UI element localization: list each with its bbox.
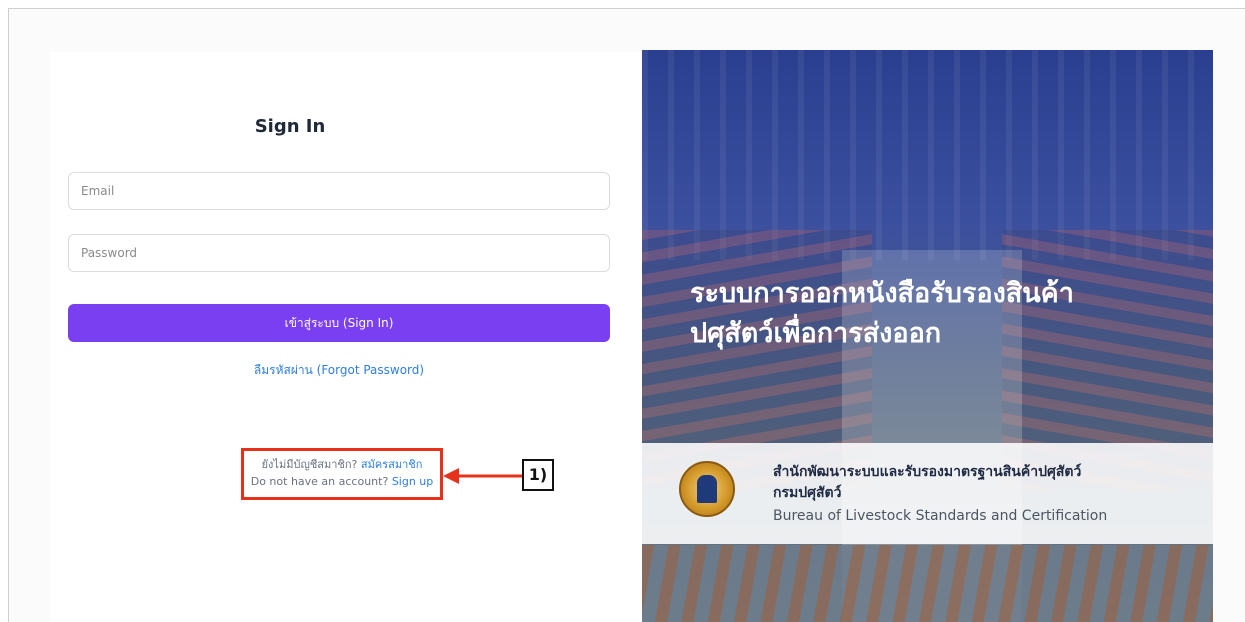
- signup-link-en[interactable]: Sign up: [392, 475, 433, 488]
- hero-title-line1: ระบบการออกหนังสือรับรองสินค้า: [690, 278, 1074, 309]
- department-seal-icon: [679, 461, 735, 517]
- sign-in-button[interactable]: เข้าสู่ระบบ (Sign In): [68, 304, 610, 342]
- page-title: Sign In: [254, 116, 326, 137]
- signup-link-th[interactable]: สมัครสมาชิก: [361, 458, 423, 471]
- signup-line-en: Do not have an account? Sign up: [244, 473, 440, 490]
- bureau-name-en: Bureau of Livestock Standards and Certif…: [773, 508, 1108, 524]
- signup-prompt-en: Do not have an account?: [250, 475, 389, 488]
- signup-prompt-th: ยังไม่มีบัญชีสมาชิก?: [261, 458, 358, 471]
- bureau-name-th-line1: สำนักพัฒนาระบบและรับรองมาตรฐานสินค้าปศุส…: [773, 464, 1082, 480]
- signup-highlight: ยังไม่มีบัญชีสมาชิก? สมัครสมาชิก Do not …: [241, 448, 443, 500]
- forgot-password-link[interactable]: ลืมรหัสผ่าน (Forgot Password): [68, 361, 610, 380]
- signup-line-th: ยังไม่มีบัญชีสมาชิก? สมัครสมาชิก: [244, 456, 440, 473]
- hero-ceiling: [642, 50, 1213, 260]
- hero-title: ระบบการออกหนังสือรับรองสินค้า ปศุสัตว์เพ…: [690, 274, 1190, 354]
- bureau-name-th-line2: กรมปศุสัตว์: [773, 485, 842, 501]
- callout-arrow-icon: [443, 468, 523, 484]
- callout-label: 1): [522, 459, 554, 491]
- hero-lower: [642, 545, 1213, 622]
- email-field[interactable]: [68, 172, 610, 210]
- bureau-name-th: สำนักพัฒนาระบบและรับรองมาตรฐานสินค้าปศุส…: [773, 462, 1081, 504]
- password-field[interactable]: [68, 234, 610, 272]
- hero-title-line2: ปศุสัตว์เพื่อการส่งออก: [690, 318, 942, 349]
